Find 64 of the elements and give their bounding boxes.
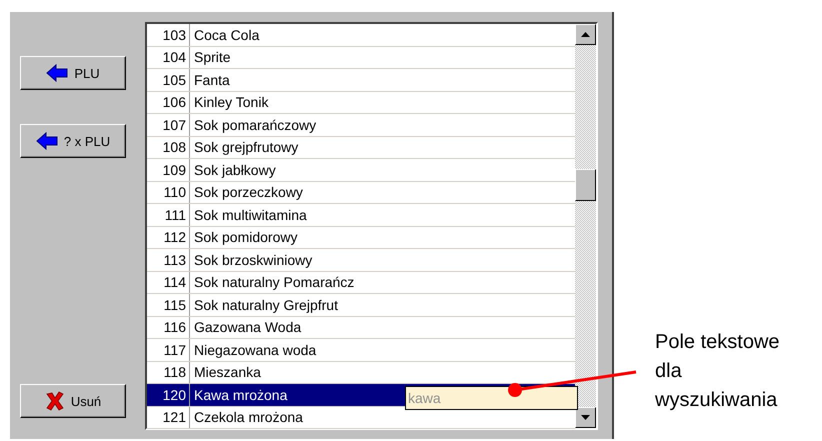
annotation-text: Pole tekstowe dla wyszukiwania xyxy=(655,330,781,413)
list-row[interactable]: 116 Gazowana Woda xyxy=(147,316,575,339)
product-name: Sok multiwitamina xyxy=(193,206,307,223)
product-name: Coca Cola xyxy=(193,26,260,43)
product-name: Czekola mrożona xyxy=(193,409,303,426)
down-triangle-icon xyxy=(581,415,590,420)
plu-number: 121 xyxy=(147,406,190,428)
list-row[interactable]: 110 Sok porzeczkowy xyxy=(147,182,575,204)
plu-number: 103 xyxy=(147,24,190,46)
product-name: Sok brzoskwiniowy xyxy=(193,252,312,268)
list-row[interactable]: 109 Sok jabłkowy xyxy=(147,159,575,182)
cross-icon xyxy=(44,391,65,411)
list-row[interactable]: 117 Niegazowana woda xyxy=(147,339,575,362)
product-name: Fanta xyxy=(193,72,230,88)
product-name: Kinley Tonik xyxy=(193,94,268,110)
plu-number: 105 xyxy=(147,69,190,90)
list-row[interactable]: 111 Sok multiwitamina xyxy=(147,204,575,226)
plu-number: 112 xyxy=(147,226,190,248)
list-row[interactable]: 112 Sok pomidorowy xyxy=(147,226,575,249)
plu-number: 114 xyxy=(147,272,190,293)
scroll-up-button[interactable] xyxy=(575,24,596,45)
list-row[interactable]: 106 Kinley Tonik xyxy=(147,92,575,114)
plu-number: 116 xyxy=(147,316,190,338)
product-name: Sok pomarańczowy xyxy=(193,116,316,133)
list-row[interactable]: 108 Sok grejpfrutowy xyxy=(147,136,575,159)
plu-number: 106 xyxy=(147,92,190,113)
product-name: Sok pomidorowy xyxy=(193,229,298,246)
scroll-down-button[interactable] xyxy=(575,407,596,428)
list-row[interactable]: 105 Fanta xyxy=(147,69,575,92)
scrollbar[interactable] xyxy=(575,24,596,428)
plu-number: 108 xyxy=(147,136,190,158)
plu-number: 120 xyxy=(147,384,190,406)
plu-number: 111 xyxy=(147,204,190,226)
product-name: Gazowana Woda xyxy=(193,319,302,336)
scroll-thumb[interactable] xyxy=(575,169,596,201)
list-row[interactable]: 114 Sok naturalny Pomarańcz xyxy=(147,272,575,294)
up-triangle-icon xyxy=(581,32,590,37)
left-arrow-icon xyxy=(36,132,58,150)
plu-number: 107 xyxy=(147,114,190,136)
product-name: Kawa mrożona xyxy=(193,386,288,403)
list-row[interactable]: 113 Sok brzoskwiniowy xyxy=(147,249,575,272)
plu-number: 110 xyxy=(147,182,190,203)
left-arrow-icon xyxy=(46,64,68,82)
list-row[interactable]: 104 Sprite xyxy=(147,46,575,69)
plu-number: 113 xyxy=(147,249,190,270)
plu-number: 109 xyxy=(147,159,190,180)
product-name: Niegazowana woda xyxy=(193,342,316,358)
plu-number: 118 xyxy=(147,362,190,383)
product-name: Sok porzeczkowy xyxy=(193,184,303,200)
list-row[interactable]: 103 Coca Cola xyxy=(147,24,575,46)
toolbar-button[interactable]: ? x PLU xyxy=(20,124,126,158)
product-name: Sprite xyxy=(193,49,231,66)
list-row[interactable]: 107 Sok pomarańczowy xyxy=(147,114,575,136)
product-name: Mieszanka xyxy=(193,364,261,380)
toolbar-button[interactable]: PLU xyxy=(20,56,126,90)
plu-number: 115 xyxy=(147,294,190,316)
plu-number: 104 xyxy=(147,46,190,68)
toolbar-button[interactable]: Usuń xyxy=(20,384,126,418)
product-name: Sok naturalny Pomarańcz xyxy=(193,274,354,290)
product-name: Sok naturalny Grejpfrut xyxy=(193,296,338,313)
product-name: Sok grejpfrutowy xyxy=(193,139,298,156)
product-name: Sok jabłkowy xyxy=(193,162,276,178)
list-row[interactable]: 115 Sok naturalny Grejpfrut xyxy=(147,294,575,316)
plu-number: 117 xyxy=(147,339,190,360)
